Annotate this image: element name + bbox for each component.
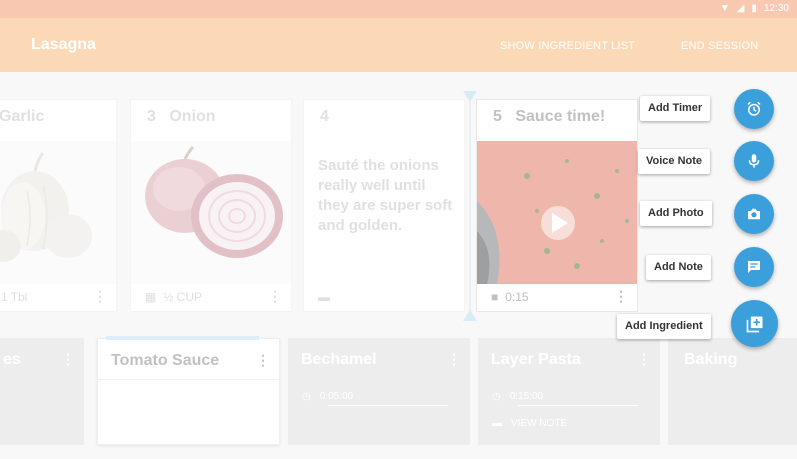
add-ingredient-button[interactable] [731,300,778,347]
comment-icon [748,261,760,273]
camera-icon [748,208,760,220]
end-session-button[interactable]: END SESSION [681,40,758,52]
status-bar: ▼ ◢ ▮ 12:30 [0,0,797,18]
app-bar: Lasagna SHOW INGREDIENT LIST END SESSION [0,18,797,72]
wifi-icon: ▼ [719,3,730,14]
add-timer-label[interactable]: Add Timer [640,96,711,121]
status-time: 12:30 [763,3,789,14]
battery-icon: ▮ [751,3,757,14]
add-timer-button[interactable] [734,89,774,129]
show-ingredient-list-button[interactable]: SHOW INGREDIENT LIST [500,40,635,52]
add-photo-label[interactable]: Add Photo [640,201,712,226]
alarm-icon [747,101,761,116]
add-note-button[interactable] [734,247,774,287]
status-icons: ▼ ◢ ▮ 12:30 [720,3,789,14]
signal-icon: ◢ [736,3,745,14]
app-title: Lasagna [31,36,96,53]
add-note-label[interactable]: Add Note [646,255,711,280]
add-library-icon [746,316,762,332]
voice-note-label[interactable]: Voice Note [638,149,711,174]
voice-note-button[interactable] [734,141,774,181]
mic-icon [748,154,760,168]
add-ingredient-label[interactable]: Add Ingredient [617,314,711,339]
add-photo-button[interactable] [734,194,774,234]
